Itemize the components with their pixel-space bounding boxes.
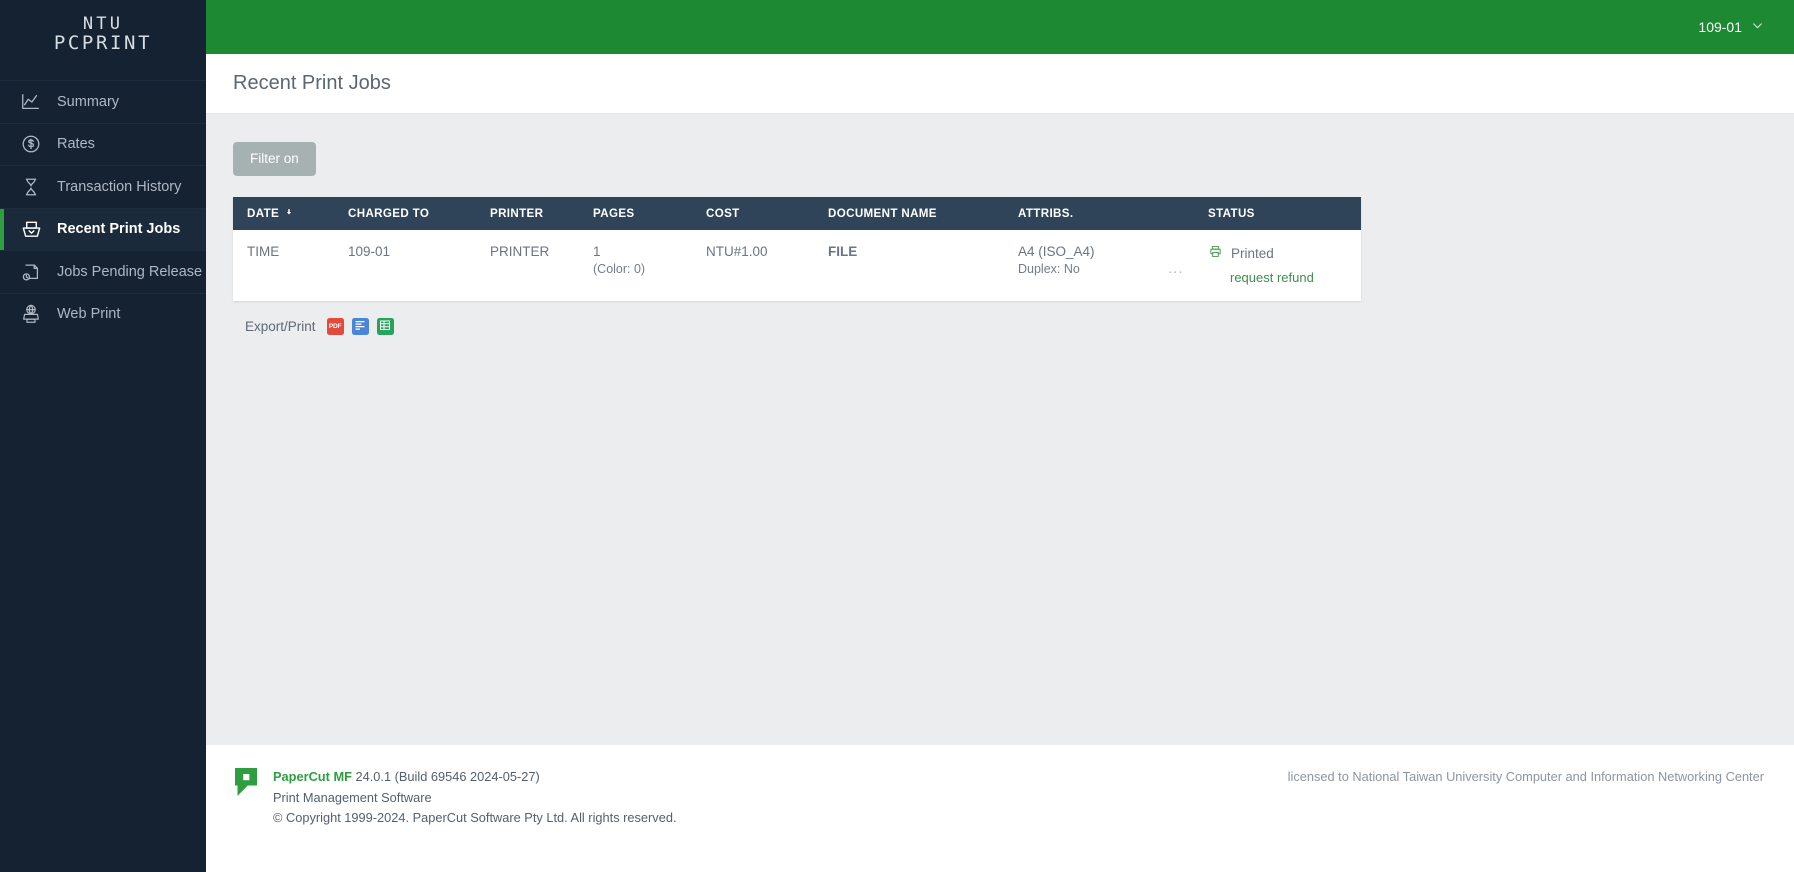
top-bar: 109-01	[206, 0, 1794, 54]
column-header-pages[interactable]: PAGES	[593, 197, 706, 230]
cell-cost: NTU#1.00	[706, 230, 828, 301]
footer-version: 24.0.1 (Build 69546 2024-05-27)	[352, 769, 540, 784]
sidebar-item-label: Transaction History	[57, 179, 181, 195]
column-header-spacer	[1168, 197, 1208, 230]
user-account-menu[interactable]: 109-01	[1698, 19, 1764, 35]
sidebar-item-recent-print-jobs[interactable]: Recent Print Jobs	[0, 208, 206, 251]
sidebar-item-summary[interactable]: Summary	[0, 80, 206, 123]
globe-printer-icon	[18, 301, 44, 327]
footer-copyright: © Copyright 1999-2024. PaperCut Software…	[273, 808, 677, 829]
logo-line-2: PCPRINT	[54, 34, 152, 54]
page-header: Recent Print Jobs	[206, 54, 1794, 114]
hourglass-icon	[18, 174, 44, 200]
content-area: Filter on DATE	[206, 114, 1794, 745]
cell-status: Printed request refund	[1208, 230, 1361, 301]
pages-count: 1	[593, 244, 706, 259]
user-account-label: 109-01	[1698, 19, 1742, 35]
app-root: NTU PCPRINT Summary	[0, 0, 1794, 872]
cell-attribs: A4 (ISO_A4) Duplex: No	[1018, 230, 1168, 301]
sidebar-item-rates[interactable]: Rates	[0, 123, 206, 166]
printer-tray-icon	[18, 216, 44, 242]
attrib-duplex: Duplex: No	[1018, 262, 1168, 276]
excel-file-icon	[379, 318, 391, 336]
footer: PaperCut MF 24.0.1 (Build 69546 2024-05-…	[206, 745, 1794, 872]
column-header-date[interactable]: DATE	[233, 197, 348, 230]
cell-date: TIME	[233, 230, 348, 301]
sidebar-nav: Summary Rates	[0, 80, 206, 335]
column-header-charged-to[interactable]: CHARGED TO	[348, 197, 490, 230]
column-label: DATE	[247, 207, 279, 220]
sidebar-item-jobs-pending-release[interactable]: Jobs Pending Release	[0, 250, 206, 293]
sidebar-item-label: Recent Print Jobs	[57, 221, 180, 237]
export-print-label: Export/Print	[245, 319, 316, 334]
sidebar-item-web-print[interactable]: Web Print	[0, 293, 206, 336]
doc-file-icon	[354, 318, 366, 336]
pdf-file-icon: PDF	[329, 323, 341, 330]
footer-text: PaperCut MF 24.0.1 (Build 69546 2024-05-…	[273, 767, 677, 829]
export-print-row: Export/Print PDF	[233, 318, 1794, 335]
table-row[interactable]: TIME 109-01 PRINTER 1 (Color: 0) NTU#1.0…	[233, 230, 1361, 301]
table-body: TIME 109-01 PRINTER 1 (Color: 0) NTU#1.0…	[233, 230, 1361, 301]
cell-document-name: FILE	[828, 230, 1018, 301]
sidebar-item-label: Jobs Pending Release	[57, 264, 202, 280]
column-header-status[interactable]: STATUS	[1208, 197, 1361, 230]
export-pdf-button[interactable]: PDF	[327, 318, 344, 335]
more-options-icon: ...	[1168, 244, 1208, 277]
sidebar-item-label: Rates	[57, 136, 95, 152]
table-head: DATE CHARGED TO PRINTER PAGES COST DOCU	[233, 197, 1361, 230]
cell-more-options[interactable]: ...	[1168, 230, 1208, 301]
sidebar-item-label: Summary	[57, 94, 119, 110]
line-chart-icon	[18, 89, 44, 115]
footer-product-line: PaperCut MF 24.0.1 (Build 69546 2024-05-…	[273, 767, 677, 788]
footer-license: licensed to National Taiwan University C…	[1288, 769, 1764, 784]
column-header-printer[interactable]: PRINTER	[490, 197, 593, 230]
dollar-circle-icon	[18, 131, 44, 157]
main-area: 109-01 Recent Print Jobs Filter on DAT	[206, 0, 1794, 872]
sidebar-item-transaction-history[interactable]: Transaction History	[0, 165, 206, 208]
printer-icon	[1208, 244, 1223, 262]
print-jobs-table-container: DATE CHARGED TO PRINTER PAGES COST DOCU	[233, 197, 1361, 301]
table-header-row: DATE CHARGED TO PRINTER PAGES COST DOCU	[233, 197, 1361, 230]
column-header-attribs[interactable]: ATTRIBS.	[1018, 197, 1168, 230]
papercut-logo-icon	[233, 767, 259, 797]
app-logo[interactable]: NTU PCPRINT	[0, 0, 206, 62]
footer-product-name: PaperCut MF	[273, 769, 352, 784]
sort-down-arrow-icon	[284, 207, 294, 220]
footer-tagline: Print Management Software	[273, 788, 677, 809]
export-excel-button[interactable]	[377, 318, 394, 335]
sidebar-item-label: Web Print	[57, 306, 120, 322]
print-jobs-table: DATE CHARGED TO PRINTER PAGES COST DOCU	[233, 197, 1361, 301]
sidebar: NTU PCPRINT Summary	[0, 0, 206, 872]
chevron-down-icon	[1751, 19, 1764, 35]
request-refund-link[interactable]: request refund	[1230, 270, 1314, 285]
cell-pages: 1 (Color: 0)	[593, 230, 706, 301]
filter-on-button[interactable]: Filter on	[233, 142, 316, 176]
column-header-document-name[interactable]: DOCUMENT NAME	[828, 197, 1018, 230]
export-doc-button[interactable]	[352, 318, 369, 335]
cell-printer: PRINTER	[490, 230, 593, 301]
pages-color-detail: (Color: 0)	[593, 262, 706, 276]
attrib-paper-size: A4 (ISO_A4)	[1018, 244, 1168, 259]
cell-charged-to: 109-01	[348, 230, 490, 301]
document-clock-icon	[18, 259, 44, 285]
page-title: Recent Print Jobs	[233, 72, 391, 95]
status-text: Printed	[1231, 246, 1274, 261]
column-header-cost[interactable]: COST	[706, 197, 828, 230]
